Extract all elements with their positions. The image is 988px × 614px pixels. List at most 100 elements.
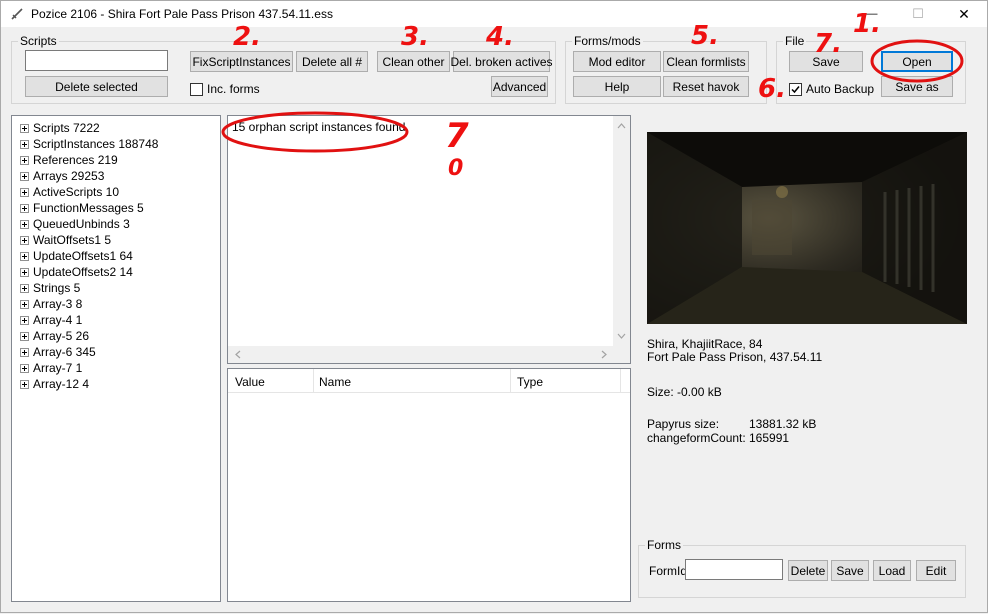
del-broken-actives-button[interactable]: Del. broken actives (450, 51, 553, 72)
mod-editor-button[interactable]: Mod editor (573, 51, 661, 72)
tree-item[interactable]: References 219 (20, 152, 118, 168)
annotation-number-2: 2. (233, 22, 261, 52)
tree-item[interactable]: QueuedUnbinds 3 (20, 216, 130, 232)
tree-item-label: Array-6 345 (33, 345, 96, 359)
tree-item-label: UpdateOffsets1 64 (33, 249, 133, 263)
column-header-name[interactable]: Name (319, 375, 351, 389)
tree-item[interactable]: UpdateOffsets1 64 (20, 248, 133, 264)
expand-icon[interactable] (20, 155, 29, 165)
expand-icon[interactable] (20, 203, 29, 213)
tree-item[interactable]: ActiveScripts 10 (20, 184, 119, 200)
log-panel[interactable]: 15 orphan script instances found. (227, 115, 631, 364)
form-delete-button[interactable]: Delete (788, 560, 828, 581)
scripts-group-label: Scripts (18, 34, 59, 48)
annotation-number-6: 6. (758, 74, 786, 104)
expand-icon[interactable] (20, 283, 29, 293)
delete-selected-button[interactable]: Delete selected (25, 76, 168, 97)
annotation-number-5: 5. (691, 21, 719, 51)
expand-icon[interactable] (20, 171, 29, 181)
annotation-number-1: 1. (853, 9, 881, 39)
papyrus-size-label: Papyrus size: (647, 417, 720, 431)
tree-item-label: Strings 5 (33, 281, 81, 295)
papyrus-size-value: 13881.32 kB (749, 417, 817, 431)
form-edit-button[interactable]: Edit (916, 560, 956, 581)
forms-mods-group-label: Forms/mods (572, 34, 643, 48)
character-info: Shira, KhajiitRace, 84 (647, 337, 763, 351)
log-horizontal-scrollbar[interactable] (228, 346, 614, 363)
open-file-button[interactable]: Open (881, 51, 953, 72)
dungeon-screenshot-image (647, 132, 967, 324)
expand-icon[interactable] (20, 347, 29, 357)
tree-item-label: Array-4 1 (33, 313, 83, 327)
reset-havok-button[interactable]: Reset havok (663, 76, 749, 97)
log-message: 15 orphan script instances found. (232, 120, 409, 134)
tree-item[interactable]: Array-4 1 (20, 312, 82, 328)
expand-icon[interactable] (20, 187, 29, 197)
auto-backup-checkbox[interactable]: Auto Backup (789, 82, 874, 96)
expand-icon[interactable] (20, 379, 29, 389)
tree-item[interactable]: Array-7 1 (20, 360, 82, 376)
fix-script-instances-button[interactable]: FixScriptInstances (190, 51, 293, 72)
script-search-input[interactable] (25, 50, 168, 71)
log-vertical-scrollbar[interactable] (613, 116, 630, 346)
tree-item-label: Scripts 7222 (33, 121, 100, 135)
help-button[interactable]: Help (573, 76, 661, 97)
value-table[interactable]: Value Name Type (227, 368, 631, 602)
tree-item[interactable]: Scripts 7222 (20, 120, 100, 136)
tree-item[interactable]: Strings 5 (20, 280, 80, 296)
close-icon: ✕ (958, 5, 970, 22)
expand-icon[interactable] (20, 139, 29, 149)
column-header-type[interactable]: Type (517, 375, 543, 389)
close-window-button[interactable]: ✕ (941, 1, 987, 27)
expand-icon[interactable] (20, 219, 29, 229)
main-window: Pozice 2106 - Shira Fort Pale Pass Priso… (0, 0, 988, 613)
clean-other-button[interactable]: Clean other (377, 51, 450, 72)
changeform-count-value: 165991 (749, 431, 790, 445)
annotation-number-4: 4. (486, 22, 514, 52)
scroll-right-icon (601, 350, 607, 359)
tree-item-label: ScriptInstances 188748 (33, 137, 159, 151)
formid-input[interactable] (685, 559, 783, 580)
form-load-button[interactable]: Load (873, 560, 911, 581)
size-info: Size: -0.00 kB (647, 385, 722, 399)
clean-formlists-button[interactable]: Clean formlists (663, 51, 749, 72)
advanced-button[interactable]: Advanced (491, 76, 548, 97)
annotation-number-3: 3. (401, 22, 429, 52)
inc-forms-label: Inc. forms (207, 82, 260, 96)
expand-icon[interactable] (20, 123, 29, 133)
expand-icon[interactable] (20, 267, 29, 277)
tree-item[interactable]: Array-6 345 (20, 344, 96, 360)
tree-item[interactable]: ScriptInstances 188748 (20, 136, 158, 152)
auto-backup-label: Auto Backup (806, 82, 875, 96)
tree-item-label: FunctionMessages 5 (33, 201, 144, 215)
tree-item-label: ActiveScripts 10 (33, 185, 120, 199)
expand-icon[interactable] (20, 331, 29, 341)
column-header-value[interactable]: Value (235, 375, 265, 389)
tree-item[interactable]: Array-5 26 (20, 328, 89, 344)
forms-group-label: Forms (645, 538, 683, 552)
tree-item[interactable]: FunctionMessages 5 (20, 200, 144, 216)
expand-icon[interactable] (20, 299, 29, 309)
tree-item[interactable]: WaitOffsets1 5 (20, 232, 111, 248)
tree-item[interactable]: Arrays 29253 (20, 168, 104, 184)
form-save-button[interactable]: Save (831, 560, 869, 581)
tree-item-label: UpdateOffsets2 14 (33, 265, 133, 279)
expand-icon[interactable] (20, 363, 29, 373)
tree-item-label: Array-5 26 (33, 329, 90, 343)
save-screenshot-preview (647, 132, 967, 324)
expand-icon[interactable] (20, 235, 29, 245)
save-as-button[interactable]: Save as (881, 76, 953, 97)
tree-item-label: Arrays 29253 (33, 169, 105, 183)
auto-backup-check-box[interactable] (789, 82, 802, 96)
maximize-button[interactable]: ☐ (895, 1, 941, 27)
inc-forms-check-box[interactable] (190, 82, 203, 96)
scroll-corner (613, 346, 630, 363)
expand-icon[interactable] (20, 315, 29, 325)
tree-item[interactable]: Array-12 4 (20, 376, 89, 392)
tree-item[interactable]: UpdateOffsets2 14 (20, 264, 133, 280)
expand-icon[interactable] (20, 251, 29, 261)
inc-forms-checkbox[interactable]: Inc. forms (190, 82, 260, 96)
tree-item[interactable]: Array-3 8 (20, 296, 82, 312)
delete-all-hash-button[interactable]: Delete all # (296, 51, 368, 72)
save-structure-tree[interactable]: Scripts 7222 ScriptInstances 188748 Refere… (11, 115, 221, 602)
